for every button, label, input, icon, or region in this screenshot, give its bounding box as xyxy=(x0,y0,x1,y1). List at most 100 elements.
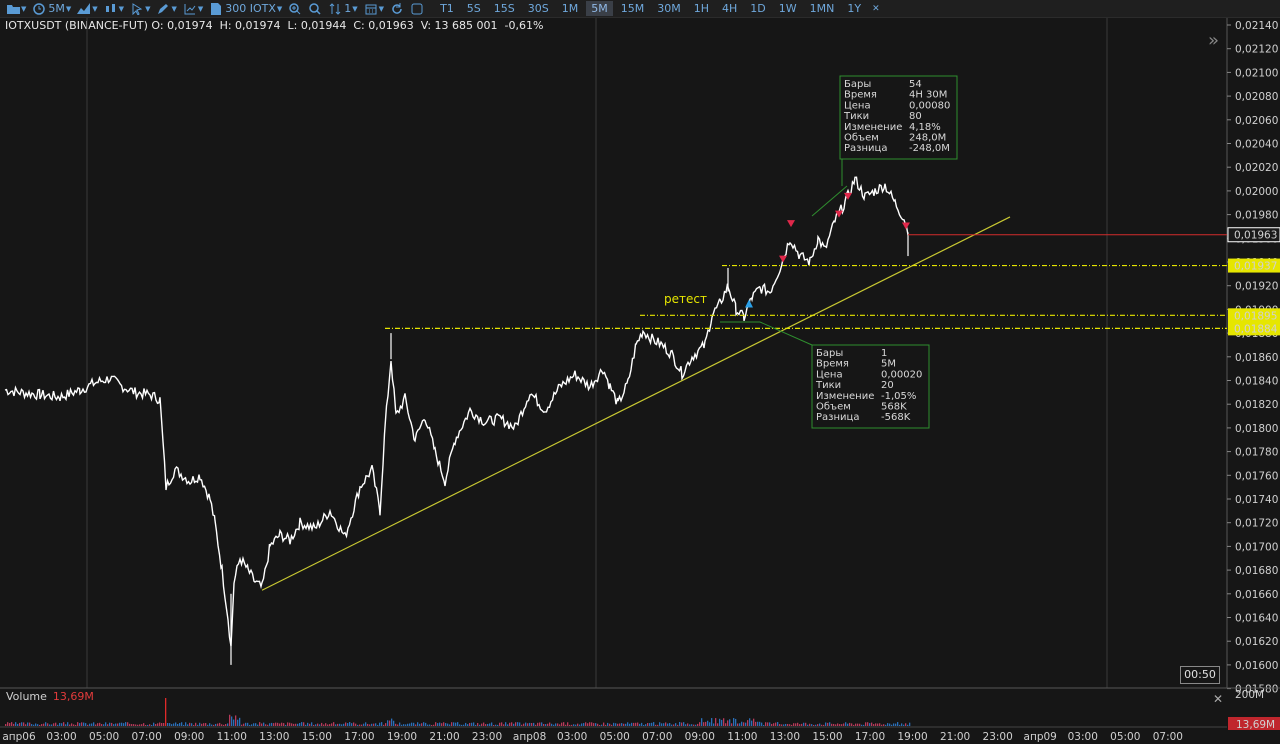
volume-bar xyxy=(533,722,535,726)
volume-bar xyxy=(433,724,435,726)
volume-bar xyxy=(195,722,197,726)
time-tick-label: 19:00 xyxy=(897,731,927,743)
timeframe-1h[interactable]: 1H xyxy=(689,1,714,16)
volume-bar xyxy=(481,723,483,726)
timeframe-15m[interactable]: 15M xyxy=(616,1,650,16)
volume-bar xyxy=(835,724,837,726)
volume-bar xyxy=(119,722,121,726)
timeframe-30s[interactable]: 30S xyxy=(523,1,554,16)
volume-bar xyxy=(847,723,849,726)
volume-bar xyxy=(209,723,211,726)
measure-box-upper-value: -248,0M xyxy=(909,143,950,154)
panel-icon xyxy=(410,3,424,15)
timeframe-t1[interactable]: T1 xyxy=(435,1,459,16)
measure-box-lower-label: Время xyxy=(816,359,849,370)
clock-icon xyxy=(32,2,46,15)
volume-bar xyxy=(217,723,219,726)
volume-bar xyxy=(735,718,737,726)
measure-box-lower-label: Объем xyxy=(816,402,851,413)
volume-bar xyxy=(435,722,437,726)
volume-bar xyxy=(257,724,259,726)
volume-bar xyxy=(535,724,537,726)
volume-bar xyxy=(9,723,11,726)
timeframe-5s[interactable]: 5S xyxy=(462,1,486,16)
volume-bar xyxy=(215,723,217,726)
volume-bar xyxy=(245,722,247,726)
volume-bar xyxy=(219,722,221,726)
timeframe-1w[interactable]: 1W xyxy=(774,1,802,16)
sell-marker[interactable] xyxy=(787,220,795,228)
volume-bar xyxy=(903,724,905,726)
volume-bar xyxy=(895,723,897,726)
volume-bar xyxy=(881,724,883,726)
sell-marker[interactable] xyxy=(902,222,910,230)
expand-icon[interactable]: » xyxy=(1208,30,1219,51)
volume-bar xyxy=(857,723,859,726)
volume-bar xyxy=(509,722,511,726)
volume-bar xyxy=(269,723,271,726)
volume-bar xyxy=(193,724,195,726)
volume-bar xyxy=(633,722,635,726)
volume-bar xyxy=(507,724,509,726)
volume-bar xyxy=(101,724,103,726)
price-tick-label: 0,02040 xyxy=(1235,139,1278,151)
interval-button[interactable]: 5M ▼ xyxy=(32,2,71,15)
volume-bar xyxy=(13,723,15,726)
sell-marker[interactable] xyxy=(779,255,787,263)
timeframe-1y[interactable]: 1Y xyxy=(842,1,866,16)
price-tick-label: 0,01700 xyxy=(1235,541,1278,553)
price-tick-label: 0,02140 xyxy=(1235,20,1278,32)
volume-bar xyxy=(243,723,245,726)
timeframe-1d[interactable]: 1D xyxy=(745,1,770,16)
volume-bar xyxy=(649,723,651,726)
measure-box-upper-value: 248,0M xyxy=(909,133,946,144)
price-tick-label: 0,01660 xyxy=(1235,589,1278,601)
volume-tag: 13,69M xyxy=(1236,719,1275,731)
volume-bar xyxy=(587,723,589,726)
close-icon[interactable]: ✕ xyxy=(872,4,880,14)
zoom-button[interactable] xyxy=(288,2,302,15)
indicators-button[interactable]: ▼ xyxy=(183,3,203,15)
volume-close-icon[interactable]: ✕ xyxy=(1213,692,1223,706)
volume-bar xyxy=(251,724,253,726)
measure-box-upper-label: Цена xyxy=(844,100,871,111)
volume-bar xyxy=(349,722,351,726)
volume-bar xyxy=(853,724,855,726)
timeframe-1mn[interactable]: 1MN xyxy=(805,1,840,16)
volume-bar xyxy=(111,722,113,726)
volume-bar xyxy=(861,724,863,726)
volume-bar xyxy=(445,723,447,726)
timeframe-15s[interactable]: 15S xyxy=(489,1,520,16)
timeframe-1m[interactable]: 1M xyxy=(557,1,584,16)
volume-bar xyxy=(249,724,251,726)
search-button[interactable] xyxy=(308,2,322,15)
volume-bar xyxy=(677,724,679,726)
quantity-button[interactable]: 300 IOTX ▼ xyxy=(209,2,282,15)
price-chart[interactable]: 0,02140 0,02120 0,02100 0,02080 0,02060 0,020… xyxy=(0,18,1280,744)
timeframe-5m[interactable]: 5M xyxy=(586,1,613,16)
timeframe-4h[interactable]: 4H xyxy=(717,1,742,16)
volume-bar xyxy=(397,724,399,726)
volume-bar xyxy=(25,724,27,726)
volume-bar xyxy=(805,722,807,726)
volume-bar xyxy=(899,724,901,726)
calendar-button[interactable]: ▼ xyxy=(364,3,384,15)
folder-button[interactable]: ▼ xyxy=(6,3,26,15)
volume-bar xyxy=(79,723,81,726)
candles-button[interactable]: ▼ xyxy=(104,3,124,15)
timeframe-30m[interactable]: 30M xyxy=(652,1,686,16)
cursor-button[interactable]: ▼ xyxy=(130,2,150,15)
panel-button[interactable] xyxy=(410,3,424,15)
volume-bar xyxy=(61,723,63,726)
refresh-button[interactable] xyxy=(390,2,404,15)
chart-type-button[interactable]: ▼ xyxy=(77,3,98,15)
volume-bar xyxy=(347,723,349,726)
volume-bar xyxy=(781,724,783,726)
volume-bar xyxy=(201,723,203,726)
draw-button[interactable]: ▼ xyxy=(156,3,177,15)
volume-bar xyxy=(697,723,699,726)
volume-bar xyxy=(613,722,615,726)
sort-button[interactable]: 1 ▼ xyxy=(328,2,358,15)
volume-bar xyxy=(253,723,255,726)
volume-bar xyxy=(393,720,395,726)
